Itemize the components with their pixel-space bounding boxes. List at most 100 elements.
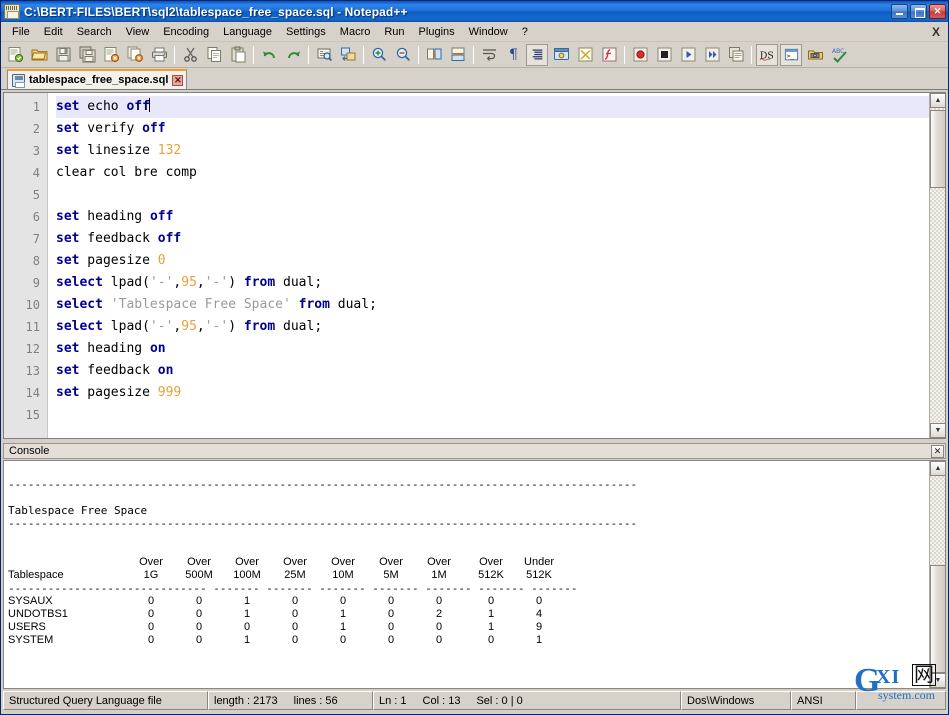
folder-icon[interactable] (804, 44, 826, 66)
status-caret-position: Ln : 1 Col : 13 Sel : 0 | 0 (373, 691, 681, 710)
menu-item-macro[interactable]: Macro (333, 24, 378, 40)
code-token: heading (79, 341, 149, 356)
console-scroll-down-arrow-icon[interactable]: ▼ (930, 673, 946, 688)
code-line[interactable]: select lpad('-',95,'-') from dual; (56, 272, 929, 294)
print-icon[interactable] (148, 44, 170, 66)
scroll-up-arrow-icon[interactable]: ▲ (930, 93, 946, 108)
find-icon[interactable] (313, 44, 335, 66)
code-line[interactable]: clear col bre comp (56, 162, 929, 184)
code-line[interactable]: set verify off (56, 118, 929, 140)
stop-record-icon[interactable] (653, 44, 675, 66)
undo-icon[interactable] (258, 44, 280, 66)
code-line[interactable]: set pagesize 999 (56, 382, 929, 404)
minimize-button[interactable] (891, 4, 908, 19)
console-output-text[interactable]: ----------------------------------------… (4, 461, 929, 688)
line-number: 5 (4, 184, 47, 206)
cut-icon[interactable] (179, 44, 201, 66)
word-wrap-icon[interactable] (478, 44, 500, 66)
record-macro-icon[interactable] (629, 44, 651, 66)
code-token (103, 297, 111, 312)
scroll-down-arrow-icon[interactable]: ▼ (930, 423, 946, 438)
save-icon[interactable] (52, 44, 74, 66)
console-vertical-scrollbar[interactable]: ▲ ▼ (929, 461, 945, 688)
zoom-in-icon[interactable] (368, 44, 390, 66)
tab-tablespace-free-space-sql[interactable]: tablespace_free_space.sql ✕ (7, 69, 187, 89)
editor-vertical-scrollbar[interactable]: ▲ ▼ (929, 93, 945, 438)
copy-icon[interactable] (203, 44, 225, 66)
save-all-icon[interactable] (76, 44, 98, 66)
code-line[interactable]: set heading off (56, 206, 929, 228)
table-cell: 0 (131, 621, 171, 634)
menu-item-view[interactable]: View (119, 24, 157, 40)
code-token: select (56, 297, 103, 312)
menu-item-plugins[interactable]: Plugins (412, 24, 462, 40)
menu-item-file[interactable]: File (5, 24, 37, 40)
svg-text:>_: >_ (786, 53, 794, 60)
column-header-top: Over (275, 556, 315, 569)
table-cell: 4 (519, 608, 559, 621)
line-number: 13 (4, 360, 47, 382)
table-cell: 0 (131, 595, 171, 608)
tab-close-icon[interactable]: ✕ (172, 75, 183, 86)
spell-check-icon[interactable]: ABC (828, 44, 850, 66)
code-token: set (56, 143, 79, 158)
run-macro-multiple-icon[interactable] (701, 44, 723, 66)
close-button[interactable]: ✕ (929, 4, 946, 19)
replace-icon[interactable] (337, 44, 359, 66)
redo-icon[interactable] (282, 44, 304, 66)
editor-scroll-thumb[interactable] (930, 110, 946, 188)
ds-button-icon[interactable]: DS (756, 44, 778, 66)
open-file-icon[interactable] (28, 44, 50, 66)
menu-item-window[interactable]: Window (462, 24, 515, 40)
line-number: 9 (4, 272, 47, 294)
code-line[interactable]: set feedback off (56, 228, 929, 250)
sync-vertical-icon[interactable] (423, 44, 445, 66)
code-line[interactable]: set feedback on (56, 360, 929, 382)
code-line[interactable]: set pagesize 0 (56, 250, 929, 272)
menu-item-help[interactable]: ? (515, 24, 535, 40)
close-document-button[interactable]: X (932, 25, 940, 39)
console-scroll-up-arrow-icon[interactable]: ▲ (930, 461, 946, 476)
show-doc-map-icon[interactable] (574, 44, 596, 66)
function-list-icon[interactable] (598, 44, 620, 66)
code-token: off (126, 99, 149, 114)
console-blank-line (8, 647, 929, 660)
console-icon[interactable]: >_ (780, 44, 802, 66)
close-file-icon[interactable] (100, 44, 122, 66)
table-cell: 0 (131, 634, 171, 647)
code-line[interactable]: select lpad('-',95,'-') from dual; (56, 316, 929, 338)
user-defined-dialog-icon[interactable] (550, 44, 572, 66)
line-number-gutter: 123456789101112131415 (4, 93, 48, 438)
code-line[interactable]: set echo off (56, 96, 929, 118)
indent-guide-icon[interactable] (526, 44, 548, 66)
console-close-icon[interactable]: ✕ (931, 445, 944, 458)
save-macro-icon[interactable] (725, 44, 747, 66)
code-token: , (197, 319, 205, 334)
play-macro-icon[interactable] (677, 44, 699, 66)
zoom-out-icon[interactable] (392, 44, 414, 66)
svg-text:ABC: ABC (832, 48, 844, 55)
menu-item-edit[interactable]: Edit (37, 24, 70, 40)
menu-item-encoding[interactable]: Encoding (156, 24, 216, 40)
close-all-icon[interactable] (124, 44, 146, 66)
console-scroll-thumb[interactable] (930, 565, 946, 673)
toolbar-separator (308, 46, 309, 64)
menu-item-language[interactable]: Language (216, 24, 279, 40)
toolbar-separator (363, 46, 364, 64)
paste-icon[interactable] (227, 44, 249, 66)
menu-item-run[interactable]: Run (377, 24, 411, 40)
toolbar-separator (174, 46, 175, 64)
menu-item-search[interactable]: Search (70, 24, 119, 40)
new-file-icon[interactable] (4, 44, 26, 66)
sync-horizontal-icon[interactable] (447, 44, 469, 66)
code-line[interactable] (56, 404, 929, 426)
code-text-area[interactable]: set echo offset verify offset linesize 1… (48, 93, 929, 438)
maximize-button[interactable] (910, 4, 927, 19)
console-blank-line (8, 673, 929, 686)
code-line[interactable]: select 'Tablespace Free Space' from dual… (56, 294, 929, 316)
show-all-characters-icon[interactable]: ¶ (502, 44, 524, 66)
code-line[interactable]: set linesize 132 (56, 140, 929, 162)
code-line[interactable] (56, 184, 929, 206)
code-line[interactable]: set heading on (56, 338, 929, 360)
menu-item-settings[interactable]: Settings (279, 24, 333, 40)
